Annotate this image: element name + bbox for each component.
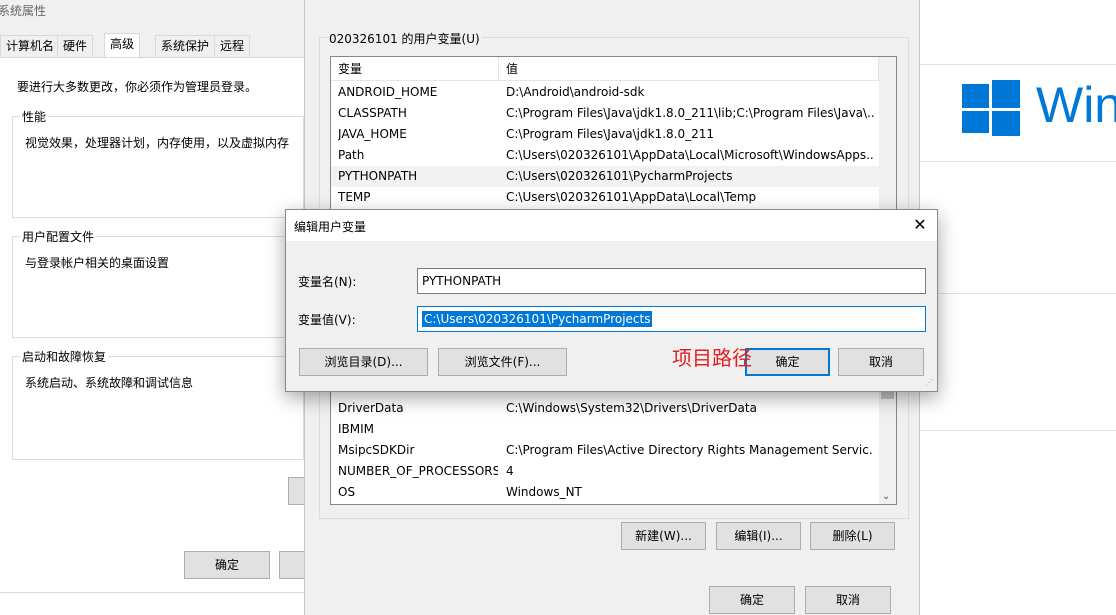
dialog-cancel-button[interactable]: 取消 — [838, 348, 924, 376]
cell-value: C:\Users\020326101\AppData\Local\Microso… — [506, 148, 874, 162]
table-row[interactable]: OS Windows_NT — [331, 482, 879, 503]
cell-name: MsipcSDKDir — [338, 443, 415, 457]
browse-file-button[interactable]: 浏览文件(F)... — [438, 348, 567, 376]
cell-name: CLASSPATH — [338, 106, 407, 120]
env-cancel-button[interactable]: 取消 — [805, 586, 891, 614]
group-desc: 视觉效果，处理器计划，内存使用，以及虚拟内存 — [25, 136, 290, 150]
table-row[interactable]: Path C:\Users\020326101\AppData\Local\Mic… — [331, 145, 879, 166]
table-row[interactable]: TEMP C:\Users\020326101\AppData\Local\Tem… — [331, 187, 879, 208]
cell-name: NUMBER_OF_PROCESSORS — [338, 464, 498, 478]
tab-system-protection[interactable]: 系统保护 — [155, 35, 216, 57]
performance-group: 性能 视觉效果，处理器计划，内存使用，以及虚拟内存 — [12, 108, 304, 218]
scroll-down-icon[interactable]: ⌄ — [882, 491, 890, 502]
user-profiles-group: 用户配置文件 与登录帐户相关的桌面设置 — [12, 228, 304, 338]
cell-value: C:\Program Files\Active Directory Rights… — [506, 443, 874, 457]
group-desc: 系统启动、系统故障和调试信息 — [25, 376, 194, 390]
cell-name: JAVA_HOME — [338, 127, 407, 141]
variable-name-field[interactable]: PYTHONPATH — [417, 268, 926, 294]
list-header: 变量 值 — [331, 57, 879, 81]
cell-name: OS — [338, 485, 356, 499]
system-properties-window: 系统属性 计算机名 硬件 高级 系统保护 远程 要进行大多数更改，你必须作为管理… — [0, 0, 309, 593]
cell-value: 4 — [506, 464, 514, 478]
variable-value-label: 变量值(V): — [298, 313, 356, 327]
tab-panel: 要进行大多数更改，你必须作为管理员登录。 性能 视觉效果，处理器计划，内存使用，… — [0, 57, 308, 592]
dialog-titlebar: 编辑用户变量 ✕ — [286, 210, 937, 241]
browse-directory-button[interactable]: 浏览目录(D)... — [299, 348, 428, 376]
sysprops-ok-button[interactable]: 确定 — [184, 551, 270, 579]
background-divider — [920, 430, 1116, 431]
cell-name: IBMIM — [338, 422, 375, 436]
table-row[interactable]: NUMBER_OF_PROCESSORS 4 — [331, 461, 879, 482]
startup-recovery-group: 启动和故障恢复 系统启动、系统故障和调试信息 — [12, 348, 304, 460]
new-button[interactable]: 新建(W)... — [621, 522, 706, 550]
cell-value: D:\Android\android-sdk — [506, 85, 645, 99]
cell-value: Windows_NT — [506, 485, 582, 499]
variable-value-text: C:\Users\020326101\PycharmProjects — [422, 311, 653, 327]
delete-button[interactable]: 删除(L) — [810, 522, 895, 550]
close-icon[interactable]: ✕ — [909, 214, 931, 236]
tab-advanced[interactable]: 高级 — [104, 33, 141, 58]
annotation-project-path: 项目路径 — [672, 346, 752, 370]
tab-hardware[interactable]: 硬件 — [57, 35, 94, 57]
cell-name: TEMP — [338, 190, 371, 204]
footer-divider — [0, 592, 304, 593]
edit-user-variable-dialog: 编辑用户变量 ✕ 变量名(N): PYTHONPATH 变量值(V): C:\U… — [285, 209, 938, 392]
cell-value: C:\Program Files\Java\jdk1.8.0_211\lib;C… — [506, 106, 874, 120]
cell-value: C:\Program Files\Java\jdk1.8.0_211 — [506, 127, 715, 141]
cell-name: PYTHONPATH — [338, 169, 418, 183]
resize-grip-icon[interactable]: ⋰ — [925, 379, 935, 389]
cell-name: ANDROID_HOME — [338, 85, 438, 99]
tab-computer-name[interactable]: 计算机名 — [0, 35, 61, 57]
group-desc: 与登录帐户相关的桌面设置 — [25, 256, 170, 270]
background-divider — [920, 293, 1116, 294]
cell-value: C:\Users\020326101\PycharmProjects — [506, 169, 733, 183]
column-header-value[interactable]: 值 — [499, 57, 879, 81]
table-row[interactable]: CLASSPATH C:\Program Files\Java\jdk1.8.0_… — [331, 103, 879, 124]
dialog-title: 编辑用户变量 — [294, 220, 367, 234]
variable-name-label: 变量名(N): — [298, 275, 357, 289]
tab-remote[interactable]: 远程 — [214, 35, 251, 57]
table-row[interactable]: IBMIM — [331, 419, 879, 440]
table-row[interactable]: DriverData C:\Windows\System32\Drivers\Dr… — [331, 398, 879, 419]
admin-note: 要进行大多数更改，你必须作为管理员登录。 — [17, 80, 258, 94]
table-row[interactable]: MsipcSDKDir C:\Program Files\Active Direc… — [331, 440, 879, 461]
env-ok-button[interactable]: 确定 — [709, 586, 795, 614]
user-variables-title: 020326101 的用户变量(U) — [327, 30, 482, 47]
group-title: 用户配置文件 — [20, 228, 97, 245]
table-row[interactable]: ANDROID_HOME D:\Android\android-sdk — [331, 82, 879, 103]
variable-value-field[interactable]: C:\Users\020326101\PycharmProjects — [417, 306, 926, 332]
dialog-ok-button[interactable]: 确定 — [745, 348, 830, 376]
cell-name: DriverData — [338, 401, 404, 415]
edit-button[interactable]: 编辑(I)... — [716, 522, 801, 550]
window-title: 系统属性 — [0, 4, 47, 18]
cell-value: C:\Users\020326101\AppData\Local\Temp — [506, 190, 757, 204]
column-header-variable[interactable]: 变量 — [331, 57, 499, 81]
cell-name: Path — [338, 148, 365, 162]
table-row[interactable]: JAVA_HOME C:\Program Files\Java\jdk1.8.0_… — [331, 124, 879, 145]
cell-value: C:\Windows\System32\Drivers\DriverData — [506, 401, 757, 415]
group-title: 性能 — [20, 108, 49, 125]
group-title: 启动和故障恢复 — [20, 348, 109, 365]
windows-logo-icon — [962, 80, 1020, 136]
table-row-selected[interactable]: PYTHONPATH C:\Users\020326101\PycharmProj… — [331, 166, 879, 187]
windows-logo-text: Win — [1036, 77, 1116, 133]
